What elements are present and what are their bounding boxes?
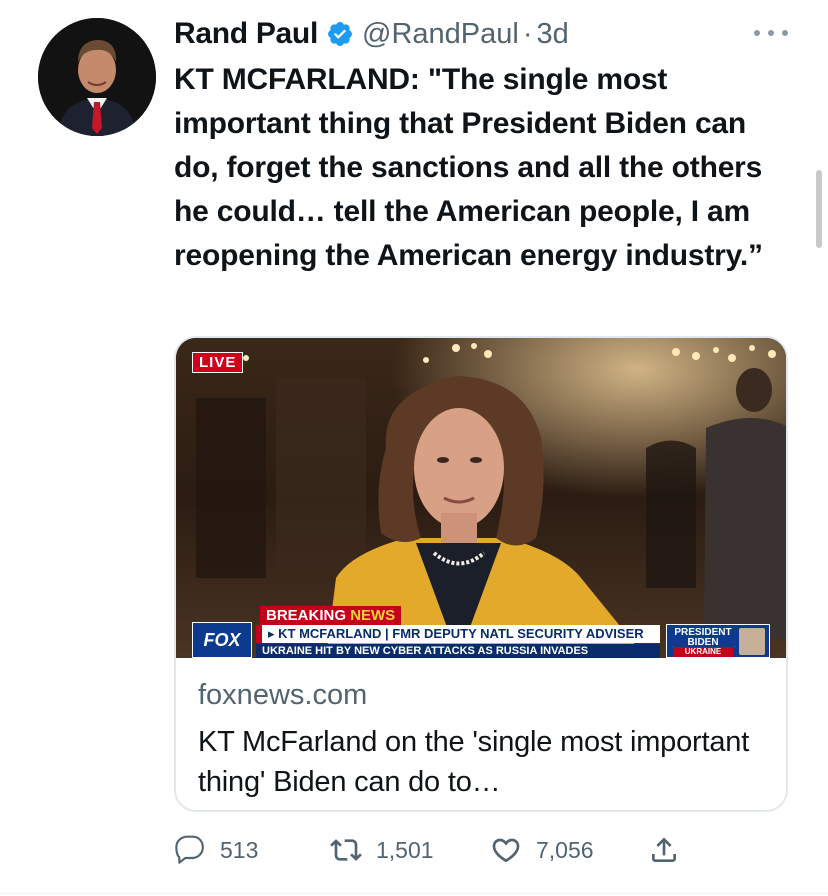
reply-count: 513 bbox=[220, 836, 259, 863]
author-handle[interactable]: @RandPaul bbox=[362, 18, 519, 51]
link-card[interactable]: LIVE BREAKING NEWS FOX ▸ KT MCFARLAND | … bbox=[174, 336, 788, 812]
header-separator: · bbox=[522, 17, 533, 50]
retweet-count: 1,501 bbox=[376, 836, 434, 863]
share-icon bbox=[652, 837, 676, 862]
reply-icon bbox=[175, 835, 204, 864]
card-title: KT McFarland on the 'single most importa… bbox=[198, 726, 750, 798]
tweet-timestamp[interactable]: 3d bbox=[536, 18, 568, 51]
like-icon bbox=[492, 838, 520, 863]
avatar[interactable] bbox=[38, 18, 156, 136]
verified-badge-icon bbox=[326, 20, 354, 48]
side-tag-sub: UKRAINE bbox=[673, 647, 733, 657]
avatar-photo bbox=[38, 18, 156, 136]
scrollbar[interactable] bbox=[816, 170, 822, 248]
side-tag-thumbnail bbox=[739, 628, 765, 655]
breaking-label: BREAKING bbox=[266, 607, 347, 624]
share-button[interactable] bbox=[648, 828, 680, 872]
reply-button[interactable]: 513 bbox=[174, 828, 258, 872]
tweet-header: Rand Paul @RandPaul · 3d bbox=[174, 14, 788, 54]
fox-news-logo: FOX bbox=[192, 622, 252, 658]
card-domain: foxnews.com bbox=[198, 679, 368, 711]
divider bbox=[0, 893, 828, 894]
breaking-news-label: NEWS bbox=[350, 607, 396, 624]
lower-third-caption: ▸ KT MCFARLAND | FMR DEPUTY NATL SECURIT… bbox=[256, 625, 660, 643]
author-name[interactable]: Rand Paul bbox=[174, 17, 318, 51]
breaking-news-banner: BREAKING NEWS bbox=[260, 606, 402, 625]
like-count: 7,056 bbox=[536, 836, 594, 863]
like-button[interactable]: 7,056 bbox=[490, 828, 594, 872]
card-media: LIVE BREAKING NEWS FOX ▸ KT MCFARLAND | … bbox=[176, 338, 786, 658]
card-body: foxnews.com KT McFarland on the 'single … bbox=[176, 658, 786, 802]
news-ticker: UKRAINE HIT BY NEW CYBER ATTACKS AS RUSS… bbox=[256, 644, 660, 658]
retweet-button[interactable]: 1,501 bbox=[330, 828, 434, 872]
side-tag: PRESIDENT BIDEN UKRAINE bbox=[666, 624, 770, 658]
more-icon[interactable] bbox=[754, 24, 788, 42]
tweet-actions: 513 1,501 7,056 bbox=[174, 828, 694, 872]
live-badge: LIVE bbox=[192, 352, 244, 373]
retweet-icon bbox=[330, 839, 362, 861]
tweet-text: KT MCFARLAND: "The single most important… bbox=[174, 63, 763, 272]
